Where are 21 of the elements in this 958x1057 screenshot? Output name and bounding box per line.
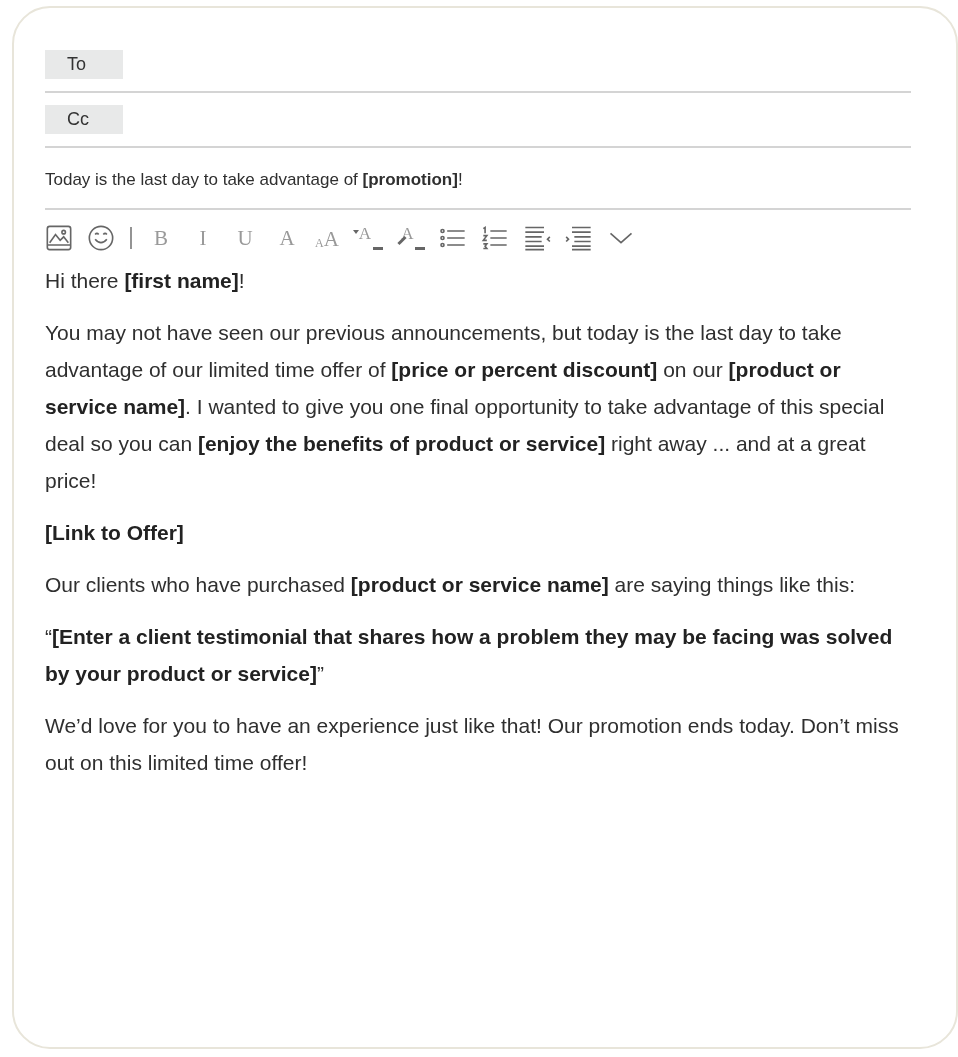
font-color-button[interactable]: A — [352, 224, 384, 252]
outdent-icon[interactable] — [523, 224, 552, 252]
indent-icon[interactable] — [565, 224, 594, 252]
separator-icon — [129, 224, 133, 252]
recipient-label[interactable]: To — [45, 50, 123, 79]
smiley-icon[interactable] — [87, 224, 115, 252]
subject-field[interactable]: Today is the last day to take advantage of [promotion]! — [45, 148, 911, 210]
font-size-button[interactable]: AA — [315, 224, 339, 252]
format-button[interactable]: A — [273, 225, 301, 251]
body-paragraph: [Link to Offer] — [45, 520, 185, 546]
body-paragraph: Hi there [first name]! — [45, 268, 246, 294]
body-paragraph: You may not have seen our previous announcements, but today is the last day to take advantage of our limited time offer of [price or percent discount] on our [product or service name]. I wanted to give you one final opportunity to take advantage of this special deal so you can [enjoy the benefits of product or service] right away ... and at a great price! — [45, 320, 886, 494]
image-icon[interactable] — [45, 224, 73, 252]
body-paragraph: “[Enter a client testimonial that shares how a problem they may be facing was solved by your product or service]” — [45, 624, 894, 687]
recipient-label[interactable]: Cc — [45, 105, 123, 134]
body-paragraph: We’d love for you to have an experience just like that! Our promotion ends today. Don’t miss out on this limited time offer! — [45, 713, 900, 776]
format-button[interactable]: B — [147, 225, 175, 251]
numbered-list-icon[interactable] — [481, 224, 510, 252]
body-paragraph: Our clients who have purchased [product or service name] are saying things like this: — [45, 572, 857, 598]
format-button[interactable]: I — [189, 225, 217, 251]
format-button[interactable]: U — [231, 225, 259, 251]
